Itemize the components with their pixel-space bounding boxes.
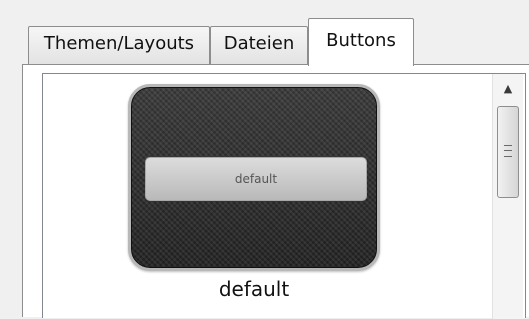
grip-lines-icon	[504, 145, 512, 157]
buttons-tab-panel: default default ▲	[22, 64, 529, 319]
scroll-up-arrow-icon[interactable]: ▲	[493, 74, 523, 104]
tab-buttons[interactable]: Buttons	[308, 18, 414, 66]
tab-dateien[interactable]: Dateien	[210, 26, 308, 64]
button-style-list[interactable]: default default ▲	[42, 73, 526, 319]
preview-button-text: default	[145, 157, 367, 201]
button-preview-default[interactable]: default	[128, 84, 380, 271]
tab-themen-layouts[interactable]: Themen/Layouts	[28, 26, 210, 64]
vertical-scrollbar[interactable]: ▲	[492, 74, 523, 319]
tab-strip: Themen/Layouts Dateien Buttons	[0, 0, 529, 70]
scroll-thumb[interactable]	[497, 106, 519, 198]
button-style-label: default	[218, 277, 290, 301]
